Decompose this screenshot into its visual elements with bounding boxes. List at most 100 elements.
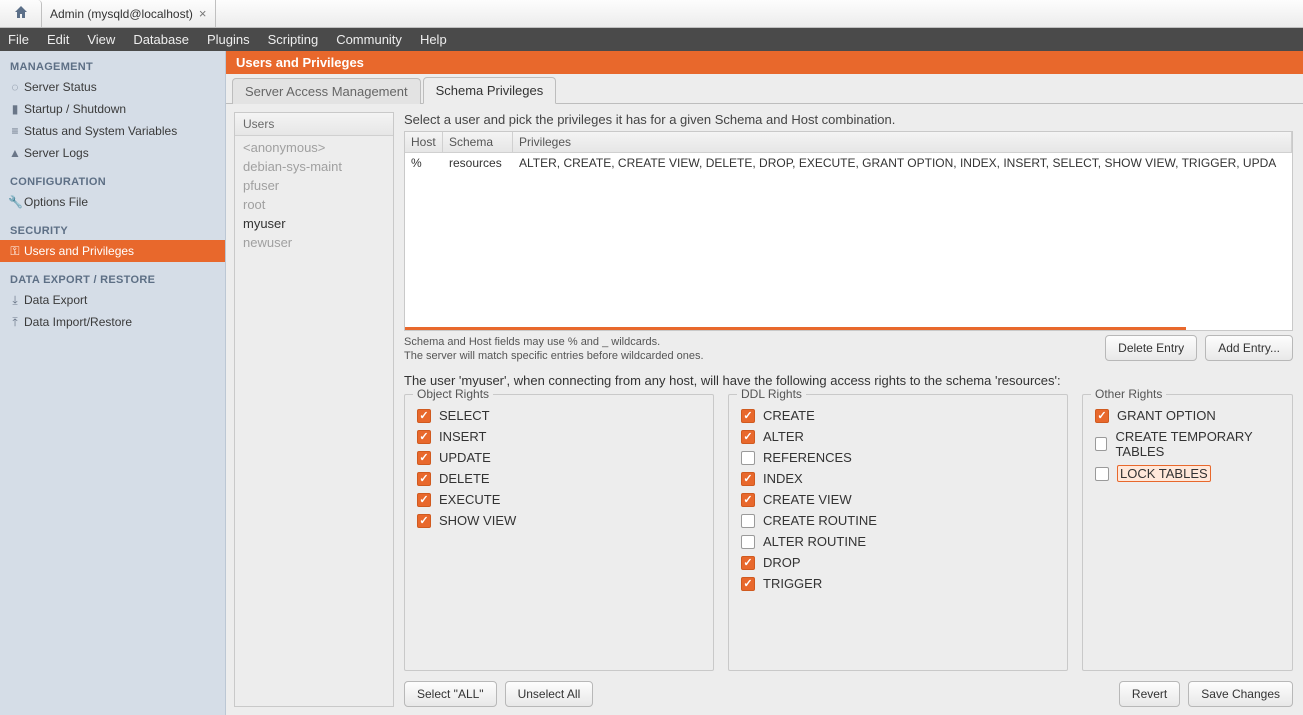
unselect-all-button[interactable]: Unselect All <box>505 681 594 707</box>
object-right-checkbox[interactable]: ✓UPDATE <box>417 447 701 468</box>
sidebar-item-startup[interactable]: ▮Startup / Shutdown <box>0 98 225 120</box>
menu-help[interactable]: Help <box>420 32 447 47</box>
users-list: <anonymous> debian-sys-maint pfuser root… <box>235 136 393 254</box>
checkbox-label: DROP <box>763 555 801 570</box>
checkbox-icon: ✓ <box>741 409 755 423</box>
checkbox-icon <box>741 535 755 549</box>
menu-edit[interactable]: Edit <box>47 32 69 47</box>
checkbox-icon <box>1095 467 1109 481</box>
sidebar: MANAGEMENT ◌Server Status ▮Startup / Shu… <box>0 51 226 715</box>
legend-other-rights: Other Rights <box>1091 387 1166 401</box>
user-item[interactable]: debian-sys-maint <box>235 157 393 176</box>
checkbox-icon: ✓ <box>417 493 431 507</box>
cell-host: % <box>405 153 443 173</box>
tab-schema-privileges[interactable]: Schema Privileges <box>423 77 557 104</box>
home-tab[interactable] <box>0 0 42 27</box>
checkbox-label: LOCK TABLES <box>1117 465 1211 482</box>
user-item[interactable]: root <box>235 195 393 214</box>
sidebar-heading-configuration: CONFIGURATION <box>0 172 225 191</box>
sidebar-heading-security: SECURITY <box>0 221 225 240</box>
checkbox-label: DELETE <box>439 471 490 486</box>
add-entry-button[interactable]: Add Entry... <box>1205 335 1293 361</box>
privileges-panel: Select a user and pick the privileges it… <box>394 104 1303 715</box>
menu-file[interactable]: File <box>8 32 29 47</box>
object-right-checkbox[interactable]: ✓ EXECUTE <box>417 489 701 510</box>
checkbox-label: INSERT <box>439 429 486 444</box>
selection-indicator <box>405 327 1186 330</box>
checkbox-label: INDEX <box>763 471 803 486</box>
checkbox-icon: ✓ <box>417 472 431 486</box>
export-icon: ⤓ <box>8 291 22 309</box>
checkbox-label: CREATE ROUTINE <box>763 513 877 528</box>
other-right-checkbox[interactable]: LOCK TABLES <box>1095 462 1280 485</box>
ddl-right-checkbox[interactable]: ✓ CREATE VIEW <box>741 489 1055 510</box>
ddl-right-checkbox[interactable]: ALTER ROUTINE <box>741 531 1055 552</box>
checkbox-label: EXECUTE <box>439 492 500 507</box>
object-right-checkbox[interactable]: ✓ INSERT <box>417 426 701 447</box>
key-icon: ⚿ <box>8 242 22 260</box>
connection-tab[interactable]: Admin (mysqld@localhost) × <box>42 0 216 27</box>
subtabs: Server Access Management Schema Privileg… <box>226 74 1303 104</box>
checkbox-icon: ✓ <box>741 493 755 507</box>
menu-database[interactable]: Database <box>133 32 189 47</box>
menubar: File Edit View Database Plugins Scriptin… <box>0 28 1303 51</box>
close-icon[interactable]: × <box>199 6 207 21</box>
user-item[interactable]: pfuser <box>235 176 393 195</box>
users-panel: Users <anonymous> debian-sys-maint pfuse… <box>234 112 394 707</box>
checkbox-icon: ✓ <box>417 409 431 423</box>
object-right-checkbox[interactable]: ✓SELECT <box>417 405 701 426</box>
checkbox-label: CREATE TEMPORARY TABLES <box>1115 429 1280 459</box>
object-right-checkbox[interactable]: ✓SHOW VIEW <box>417 510 701 531</box>
checkbox-icon: ✓ <box>417 430 431 444</box>
hint-text: Schema and Host fields may use % and _ w… <box>404 335 704 363</box>
content-area: Users and Privileges Server Access Manag… <box>226 51 1303 715</box>
delete-entry-button[interactable]: Delete Entry <box>1105 335 1197 361</box>
menu-plugins[interactable]: Plugins <box>207 32 250 47</box>
page-title: Users and Privileges <box>226 51 1303 74</box>
sidebar-item-options-file[interactable]: 🔧Options File <box>0 191 225 213</box>
sidebar-item-variables[interactable]: ≡Status and System Variables <box>0 120 225 142</box>
sidebar-item-logs[interactable]: ▲Server Logs <box>0 142 225 164</box>
ddl-right-checkbox[interactable]: ✓CREATE <box>741 405 1055 426</box>
ddl-right-checkbox[interactable]: REFERENCES <box>741 447 1055 468</box>
sidebar-heading-data: DATA EXPORT / RESTORE <box>0 270 225 289</box>
sidebar-item-data-import[interactable]: ⤒Data Import/Restore <box>0 311 225 333</box>
user-item[interactable]: newuser <box>235 233 393 252</box>
col-schema: Schema <box>443 132 513 152</box>
status-icon: ◌ <box>8 78 22 96</box>
sidebar-item-users-privileges[interactable]: ⚿Users and Privileges <box>0 240 225 262</box>
sidebar-item-data-export[interactable]: ⤓Data Export <box>0 289 225 311</box>
col-host: Host <box>405 132 443 152</box>
col-privileges: Privileges <box>513 132 1292 152</box>
select-all-button[interactable]: Select "ALL" <box>404 681 497 707</box>
checkbox-icon: ✓ <box>417 514 431 528</box>
menu-scripting[interactable]: Scripting <box>268 32 319 47</box>
revert-button[interactable]: Revert <box>1119 681 1180 707</box>
menu-community[interactable]: Community <box>336 32 402 47</box>
ddl-right-checkbox[interactable]: ✓INDEX <box>741 468 1055 489</box>
object-right-checkbox[interactable]: ✓ DELETE <box>417 468 701 489</box>
checkbox-icon: ✓ <box>741 577 755 591</box>
other-rights-group: Other Rights ✓GRANT OPTIONCREATE TEMPORA… <box>1082 394 1293 671</box>
ddl-right-checkbox[interactable]: ✓DROP <box>741 552 1055 573</box>
privileges-grid[interactable]: Host Schema Privileges % resources ALTER… <box>404 131 1293 331</box>
checkbox-icon <box>741 451 755 465</box>
other-right-checkbox[interactable]: ✓GRANT OPTION <box>1095 405 1280 426</box>
user-item[interactable]: myuser <box>235 214 393 233</box>
checkbox-icon: ✓ <box>417 451 431 465</box>
instruction-text: Select a user and pick the privileges it… <box>404 112 1293 127</box>
save-changes-button[interactable]: Save Changes <box>1188 681 1293 707</box>
object-rights-group: Object Rights ✓SELECT✓INSERT✓UPDATE✓DELE… <box>404 394 714 671</box>
checkbox-label: CREATE VIEW <box>763 492 852 507</box>
tab-server-access[interactable]: Server Access Management <box>232 78 421 104</box>
connection-tab-label: Admin (mysqld@localhost) <box>50 7 193 21</box>
ddl-right-checkbox[interactable]: ✓ALTER <box>741 426 1055 447</box>
sidebar-item-server-status[interactable]: ◌Server Status <box>0 76 225 98</box>
user-item[interactable]: <anonymous> <box>235 138 393 157</box>
users-heading: Users <box>235 113 393 136</box>
other-right-checkbox[interactable]: CREATE TEMPORARY TABLES <box>1095 426 1280 462</box>
menu-view[interactable]: View <box>87 32 115 47</box>
grid-row[interactable]: % resources ALTER, CREATE, CREATE VIEW, … <box>405 153 1292 173</box>
ddl-right-checkbox[interactable]: ✓TRIGGER <box>741 573 1055 594</box>
ddl-right-checkbox[interactable]: CREATE ROUTINE <box>741 510 1055 531</box>
